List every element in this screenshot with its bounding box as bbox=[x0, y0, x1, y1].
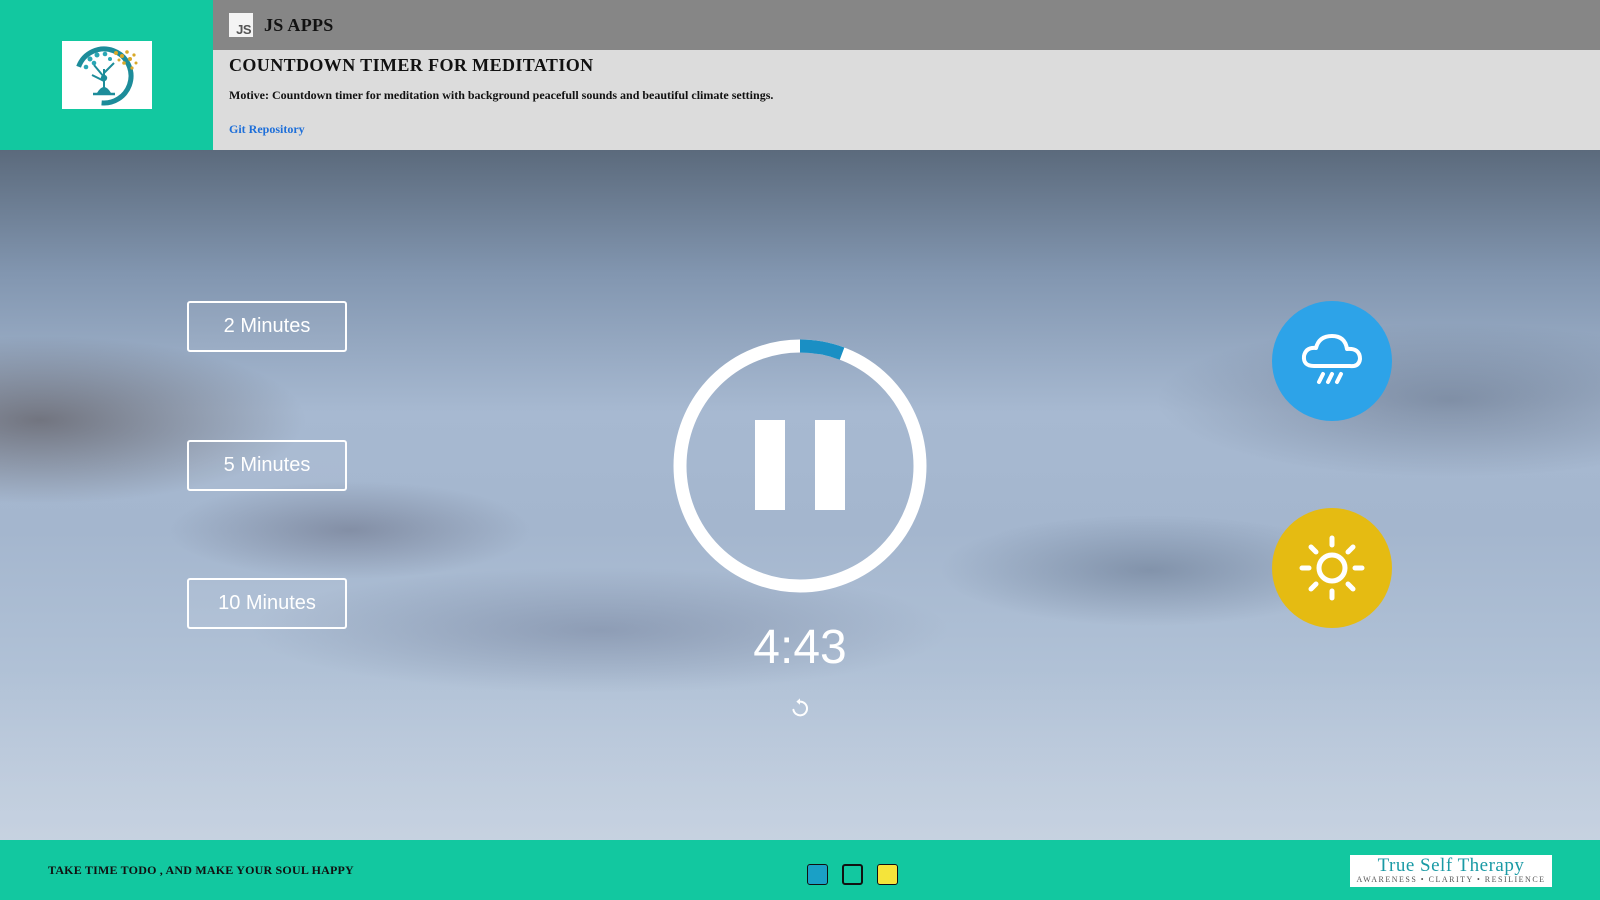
js-badge-label: JS bbox=[236, 22, 251, 37]
rain-climate-button[interactable] bbox=[1272, 301, 1392, 421]
pause-icon bbox=[755, 420, 845, 510]
two-minutes-button[interactable]: 2 Minutes bbox=[187, 301, 347, 352]
ten-minutes-button[interactable]: 10 Minutes bbox=[187, 578, 347, 629]
page-description: Motive: Countdown timer for meditation w… bbox=[229, 88, 774, 102]
rain-cloud-icon bbox=[1301, 334, 1362, 384]
therapy-tagline: AWARENESS • CLARITY • RESILIENCE bbox=[1356, 875, 1546, 884]
theme-swatch-yellow[interactable] bbox=[877, 864, 898, 885]
therapy-name: True Self Therapy bbox=[1377, 855, 1525, 876]
app-footer: TAKE TIME TODO , AND MAKE YOUR SOUL HAPP… bbox=[0, 840, 1600, 900]
git-repository-link[interactable]: Git Repository bbox=[229, 122, 305, 136]
info-panel: COUNTDOWN TIMER FOR MEDITATION Motive: C… bbox=[213, 50, 1600, 150]
five-minutes-button[interactable]: 5 Minutes bbox=[187, 440, 347, 491]
brand-panel bbox=[0, 0, 213, 150]
app-header: JS JS APPS COUNTDOWN TIMER FOR MEDITATIO… bbox=[0, 0, 1600, 150]
app-name[interactable]: JS APPS bbox=[264, 15, 334, 36]
js-logo-icon: JS bbox=[229, 13, 253, 37]
sun-icon bbox=[1299, 535, 1365, 601]
time-remaining: 4:43 bbox=[753, 621, 847, 674]
theme-swatch-blue[interactable] bbox=[807, 864, 828, 885]
meditation-logo bbox=[61, 41, 152, 109]
header-right: JS JS APPS COUNTDOWN TIMER FOR MEDITATIO… bbox=[213, 0, 1600, 150]
play-pause-ring[interactable] bbox=[672, 338, 928, 594]
progress-track bbox=[673, 339, 927, 593]
meditation-tree-icon bbox=[74, 46, 137, 106]
replay-icon[interactable] bbox=[789, 697, 811, 719]
theme-swatch-teal[interactable] bbox=[842, 864, 863, 885]
top-bar: JS JS APPS bbox=[213, 0, 1600, 50]
meditation-stage: 2 Minutes 5 Minutes 10 Minutes 4:43 bbox=[0, 150, 1600, 840]
page-title: COUNTDOWN TIMER FOR MEDITATION bbox=[229, 55, 594, 75]
sun-climate-button[interactable] bbox=[1272, 508, 1392, 628]
true-self-therapy-logo: True Self Therapy AWARENESS • CLARITY • … bbox=[1350, 855, 1552, 887]
footer-tagline: TAKE TIME TODO , AND MAKE YOUR SOUL HAPP… bbox=[48, 863, 354, 877]
